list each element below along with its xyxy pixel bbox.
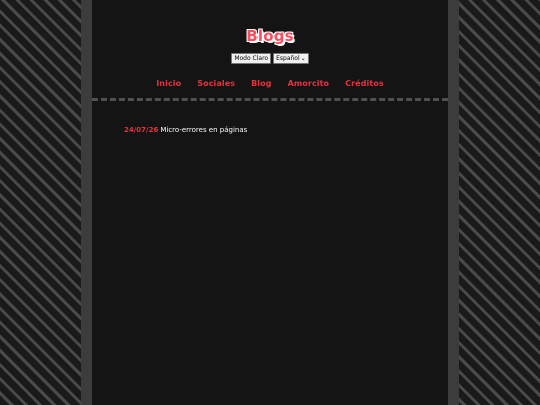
page-title: Blogs — [246, 27, 294, 45]
header-divider — [92, 98, 448, 101]
theme-toggle-button[interactable]: Modo Claro — [231, 53, 272, 64]
list-item[interactable]: 24/07/26 Micro-errores en páginas — [124, 126, 247, 134]
main-nav: Inicio Sociales Blog Amorcito Créditos — [92, 79, 448, 88]
nav-item-amorcito[interactable]: Amorcito — [288, 79, 330, 88]
post-date: 24/07/26 — [124, 126, 159, 134]
nav-item-blog[interactable]: Blog — [251, 79, 271, 88]
header-controls: Modo Claro Español ⌄ — [92, 53, 448, 64]
post-title-link[interactable]: Micro-errores en páginas — [160, 126, 247, 134]
chevron-down-icon: ⌄ — [300, 55, 306, 62]
nav-item-inicio[interactable]: Inicio — [156, 79, 181, 88]
language-select-value: Español — [276, 55, 300, 62]
language-select[interactable]: Español ⌄ — [273, 53, 309, 64]
page-frame: Blogs Modo Claro Español ⌄ Inicio Social… — [81, 0, 459, 405]
content-panel: Blogs Modo Claro Español ⌄ Inicio Social… — [92, 0, 448, 405]
nav-item-sociales[interactable]: Sociales — [197, 79, 235, 88]
nav-item-creditos[interactable]: Créditos — [345, 79, 384, 88]
